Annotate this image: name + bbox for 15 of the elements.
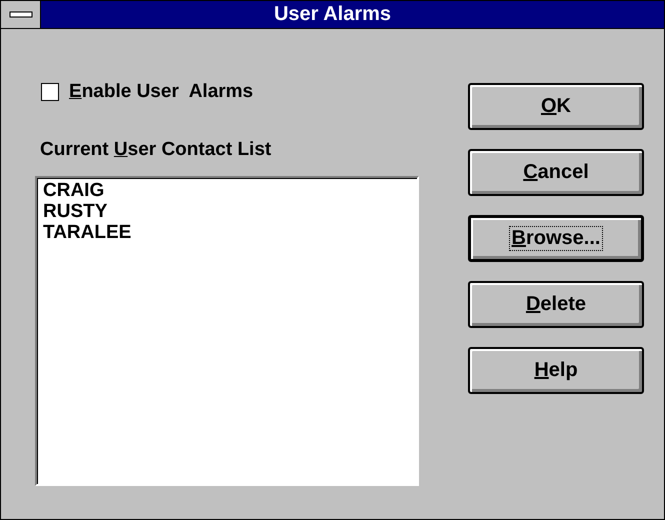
dialog-button[interactable]: OK [468, 83, 644, 130]
contact-list[interactable]: CRAIG RUSTY TARALEE [35, 176, 419, 486]
dialog-button[interactable]: Browse... [468, 215, 644, 262]
dialog-button[interactable]: Delete [468, 281, 644, 328]
checkbox-label[interactable]: Enable User Alarms [69, 81, 254, 103]
list-label: Current User Contact List [40, 139, 272, 161]
dialog-button[interactable]: Help [468, 347, 644, 394]
system-menu-button[interactable] [1, 1, 41, 28]
contact-item[interactable]: RUSTY [43, 201, 411, 222]
contact-item[interactable]: CRAIG [43, 180, 411, 201]
dash-icon [8, 10, 32, 18]
dialog-button[interactable]: Cancel [468, 149, 644, 196]
contact-item[interactable]: TARALEE [43, 222, 411, 243]
checkbox[interactable] [41, 83, 59, 101]
window-title: User Alarms [272, 3, 392, 26]
